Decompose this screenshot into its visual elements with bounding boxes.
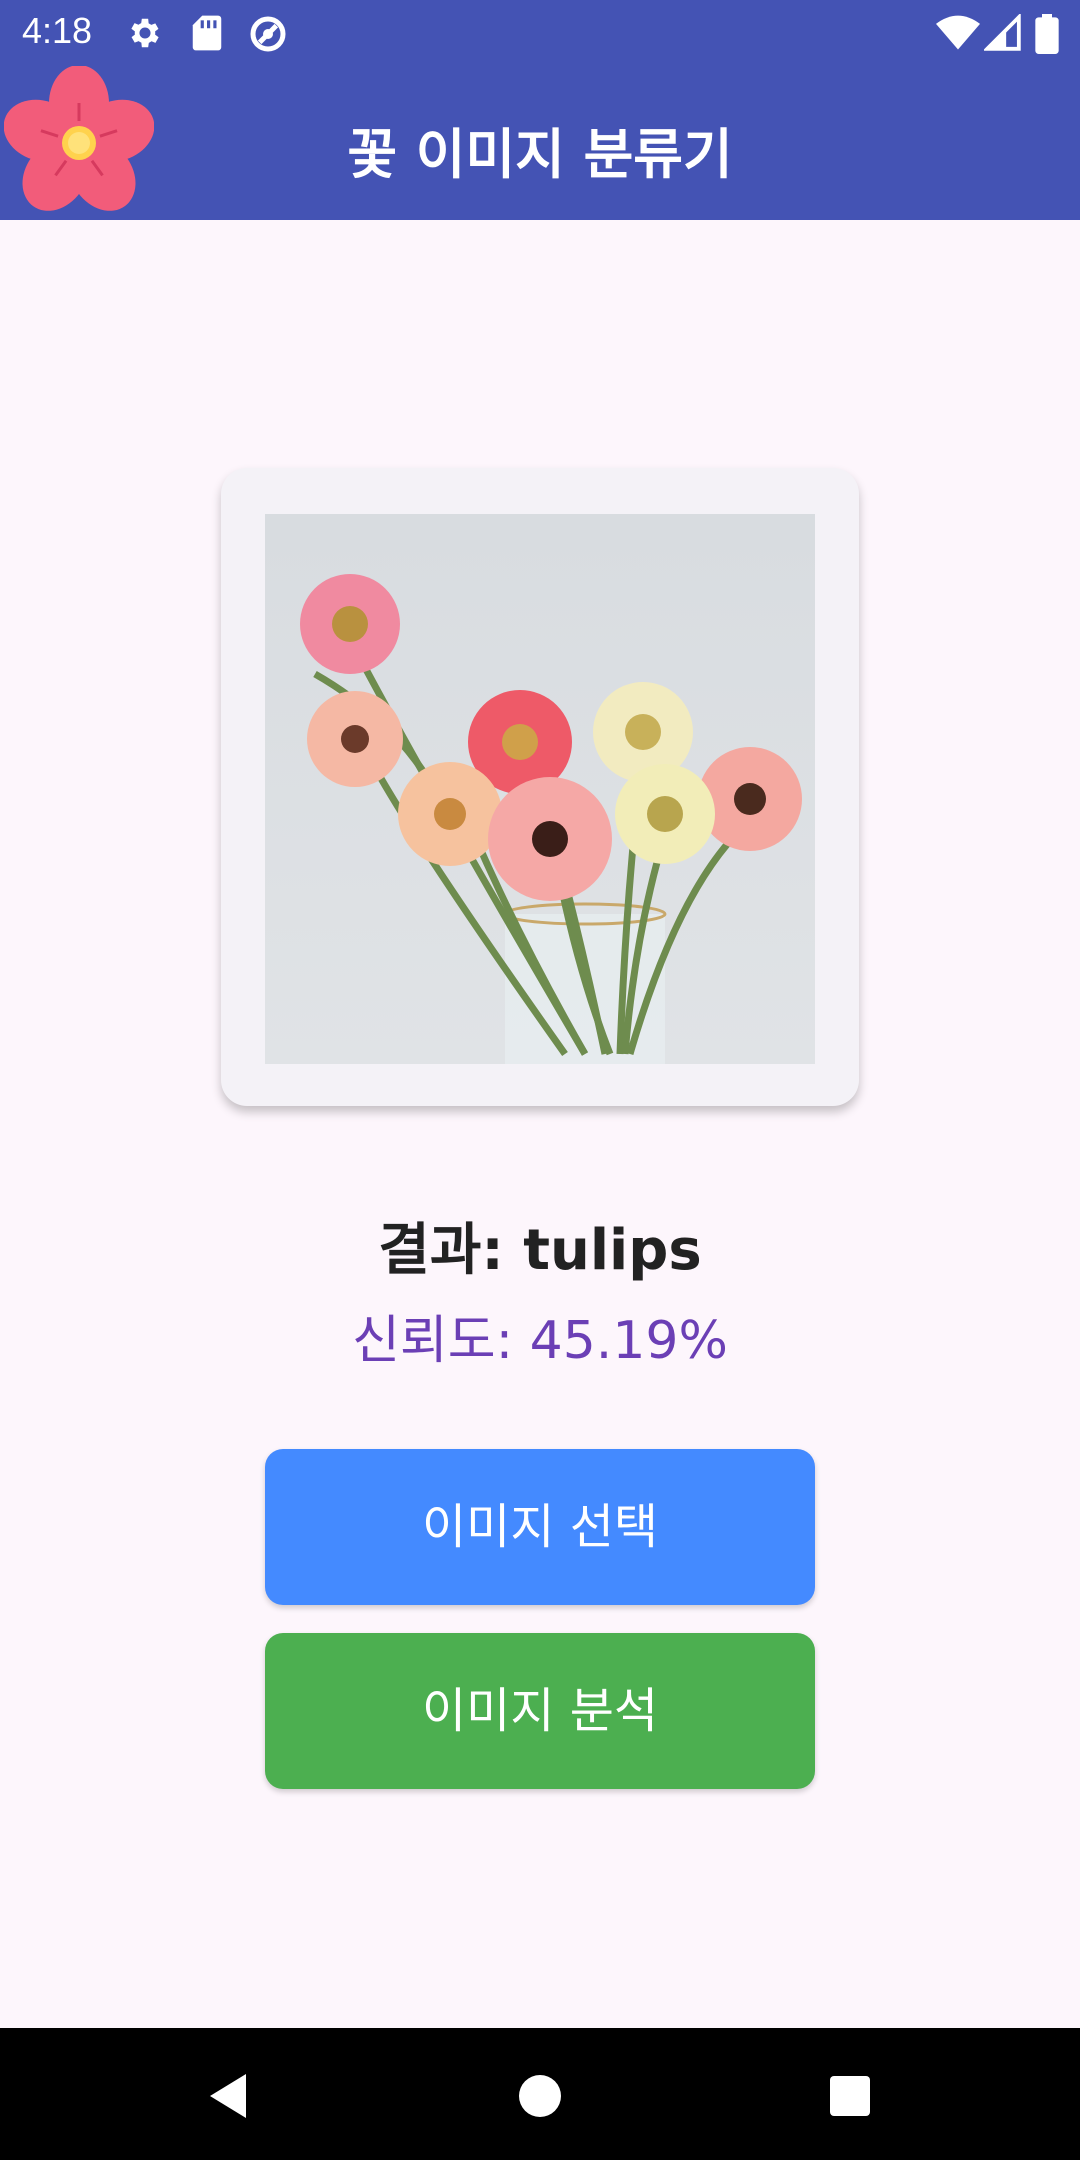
result-confidence: 신뢰도: 45.19% [352, 1311, 728, 1371]
select-image-button[interactable]: 이미지 선택 [265, 1449, 815, 1605]
flower-photo-image [265, 514, 815, 1064]
sd-card-icon [192, 15, 222, 51]
flower-photo [265, 514, 815, 1064]
cell-signal-icon [984, 14, 1021, 51]
app-bar: 꽃 이미지 분류기 [0, 66, 1080, 220]
navigation-bar [0, 2028, 1080, 2160]
status-time: 4:18 [22, 10, 93, 51]
battery-icon [1035, 14, 1059, 54]
back-icon[interactable] [202, 2066, 262, 2126]
image-card [221, 468, 859, 1106]
recents-icon[interactable] [820, 2066, 880, 2126]
wifi-icon [936, 15, 980, 50]
settings-icon [131, 18, 159, 48]
analyze-image-button[interactable]: 이미지 분석 [265, 1633, 815, 1789]
result-title: 결과: tulips [378, 1218, 702, 1283]
sync-icon [250, 16, 286, 52]
status-bar: 4:18 [0, 0, 1080, 66]
app-title: 꽃 이미지 분류기 [347, 123, 733, 186]
home-icon[interactable] [510, 2066, 570, 2126]
